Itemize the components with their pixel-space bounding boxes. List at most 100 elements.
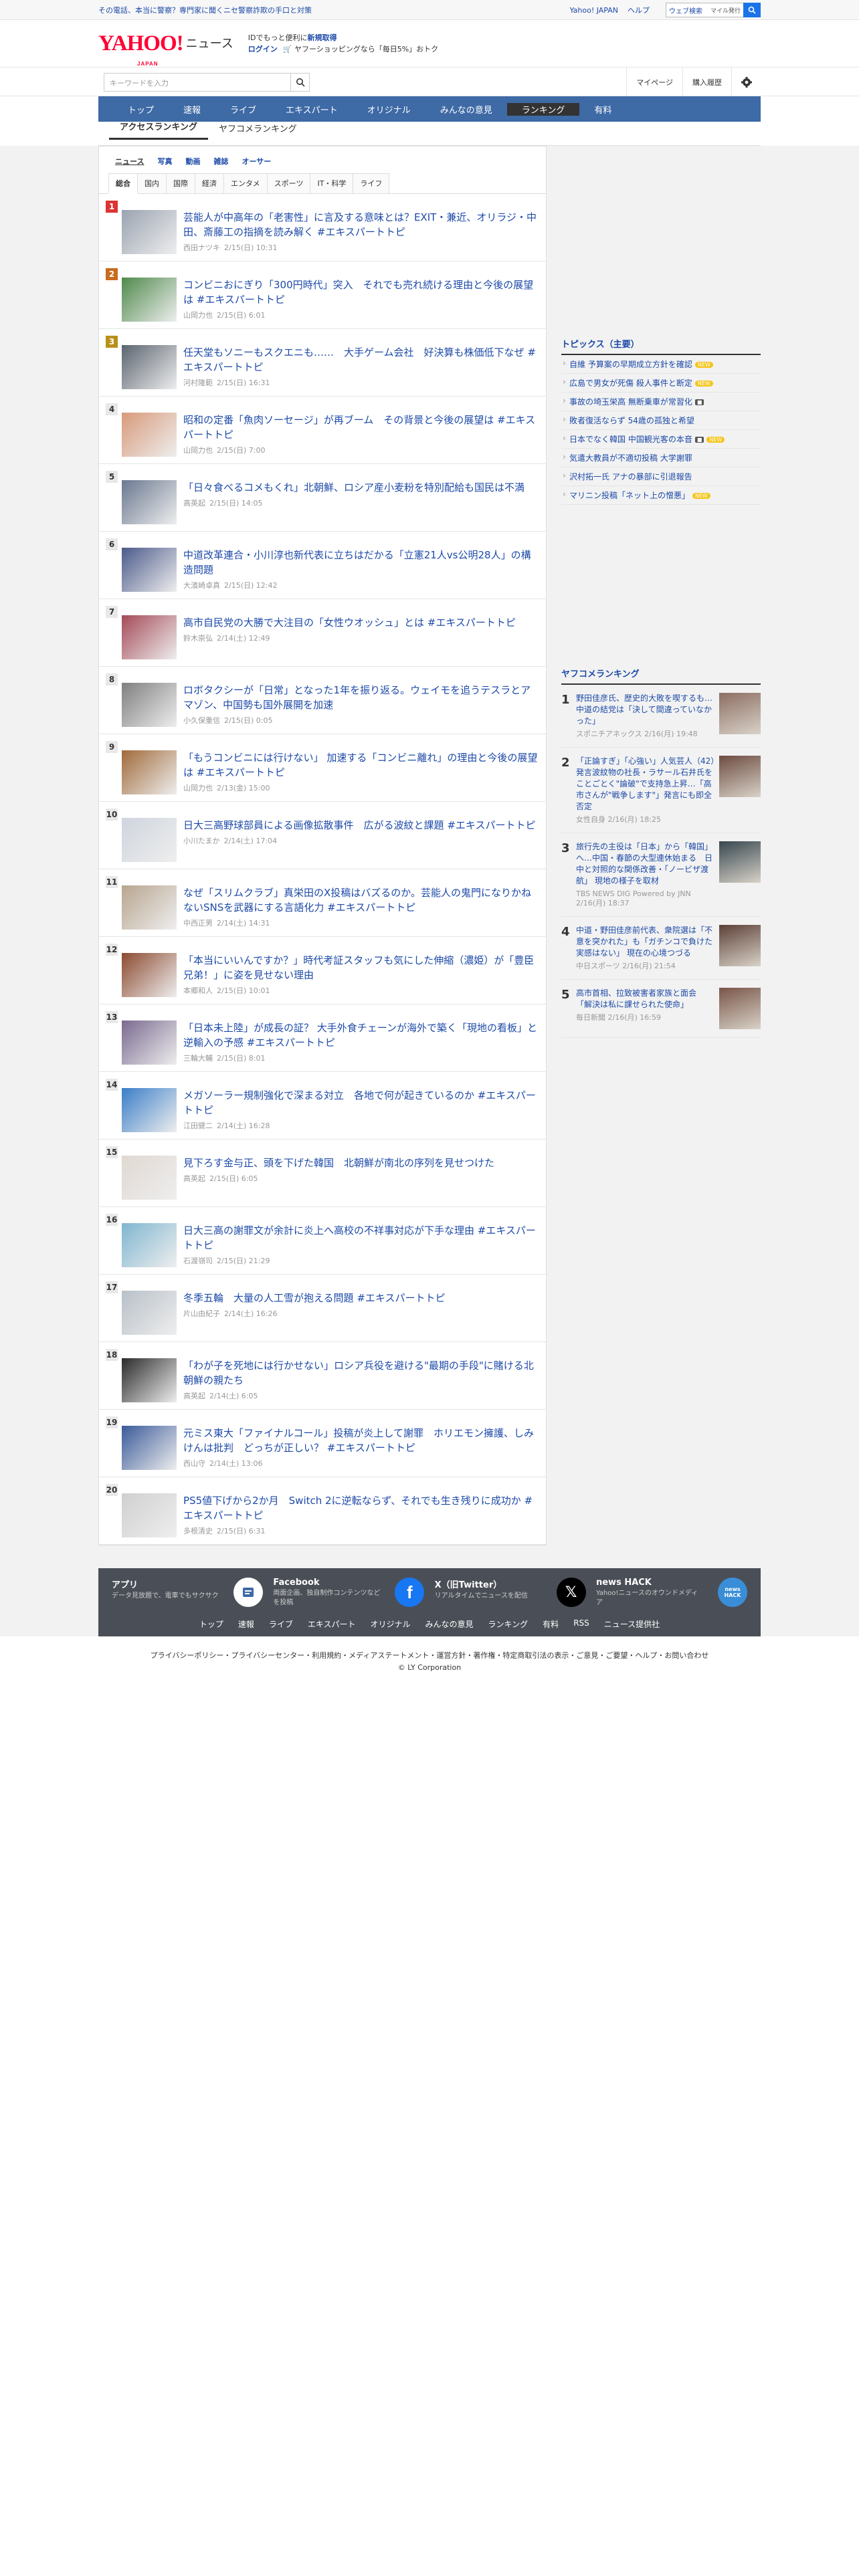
article-thumbnail[interactable] — [122, 548, 177, 592]
ranking-item[interactable]: 2 コンビニおにぎり「300円時代」突入 それでも売れ続ける理由と今後の展望は #… — [99, 261, 546, 329]
tab-comment-ranking[interactable]: ヤフコメランキング — [208, 122, 308, 140]
footer-link[interactable]: ニュース提供社 — [604, 1618, 660, 1630]
tab-overall[interactable]: 総合 — [108, 173, 138, 194]
tab-news[interactable]: ニュース — [108, 156, 151, 167]
article-thumbnail[interactable] — [122, 885, 177, 930]
yahoo-news-logo[interactable]: YAHOO! JAPAN ニュース — [98, 33, 233, 68]
article-title[interactable]: コンビニおにぎり「300円時代」突入 それでも売れ続ける理由と今後の展望は #エ… — [183, 278, 539, 307]
x-icon[interactable]: 𝕏 — [556, 1578, 586, 1607]
comment-ranking-item[interactable]: 5 高市首相、拉致被害者家族と面会 「解決は私に課せられた使命」 毎日新聞 2/16… — [561, 980, 761, 1038]
ranking-item[interactable]: 12 「本当にいいんですか？」時代考証スタッフも気にした伸縮（濃姫）が「豊臣兄弟！… — [99, 937, 546, 1004]
article-title[interactable]: 任天堂もソニーもスクエニも…… 大手ゲーム会社 好決算も株価低下なぜ #エキスパ… — [183, 345, 539, 374]
article-thumbnail[interactable] — [122, 1021, 177, 1065]
register-link[interactable]: 新規取得 — [307, 33, 337, 42]
article-title[interactable]: 「正論すぎ」「心強い」人気芸人（42） 発言波紋物の社長・ラサール石井氏をことご… — [576, 756, 723, 813]
article-thumbnail[interactable] — [122, 1426, 177, 1470]
ranking-item[interactable]: 9 「もうコンビニには行けない」 加速する「コンビニ離れ」の理由と今後の展望は #… — [99, 734, 546, 802]
article-thumbnail[interactable] — [122, 210, 177, 254]
article-title[interactable]: 野田佳彦氏、歴史的大敗を喫するも…中道の結党は「決して間違っていなかった」 — [576, 693, 715, 727]
footer-app-1[interactable]: Facebook 両面企画、独自制作コンテンツなどを投稿 f — [273, 1578, 425, 1608]
article-thumbnail[interactable] — [122, 953, 177, 997]
topic-item[interactable]: 事故の埼玉栄高 無断乗車が常習化■ — [561, 393, 761, 411]
purchase-history-link[interactable]: 購入履歴 — [682, 68, 731, 97]
ranking-item[interactable]: 6 中道改革連合・小川淳也新代表に立ちはだかる「立憲21人vs公明28人」の構造問… — [99, 532, 546, 599]
ranking-item[interactable]: 20 PS5値下げから2か月 Switch 2に逆転ならず、それでも生き残りに成功… — [99, 1477, 546, 1545]
comment-ranking-item[interactable]: 1 野田佳彦氏、歴史的大敗を喫するも…中道の結党は「決して間違っていなかった」 スポ… — [561, 685, 761, 748]
tab-life[interactable]: ライフ — [353, 173, 390, 193]
article-title[interactable]: 高市自民党の大勝で大注目の「女性ウオッシュ」とは #エキスパートトピ — [183, 615, 539, 630]
article-title[interactable]: 中道・野田佳彦前代表、衆院選は「不意を突かれた」も「ガチンコで負けた実感はない」… — [576, 925, 715, 959]
footer-app-0[interactable]: アプリ データ見放題で、電車でもサクサク — [112, 1578, 263, 1608]
footer-link[interactable]: ライブ — [269, 1618, 293, 1630]
article-title[interactable]: 中道改革連合・小川淳也新代表に立ちはだかる「立憲21人vs公明28人」の構造問題 — [183, 548, 539, 577]
article-title[interactable]: 日大三高野球部員による画像拡散事件 広がる波紋と課題 #エキスパートトピ — [183, 818, 539, 833]
comment-ranking-item[interactable]: 2 「正論すぎ」「心強い」人気芸人（42） 発言波紋物の社長・ラサール石井氏をこと… — [561, 748, 761, 833]
web-search-input[interactable]: ウェブ検索 マイル発行 — [666, 3, 743, 17]
article-title[interactable]: 高市首相、拉致被害者家族と面会 「解決は私に課せられた使命」 — [576, 988, 715, 1010]
article-thumbnail[interactable] — [122, 413, 177, 457]
footer-link[interactable]: オリジナル — [371, 1618, 411, 1630]
legal-text[interactable]: プライバシーポリシー・プライバシーセンター・利用規約・メディアステートメント・運… — [0, 1650, 859, 1662]
tab-magazine[interactable]: 雑誌 — [207, 156, 235, 167]
article-thumbnail[interactable] — [122, 1223, 177, 1267]
article-title[interactable]: 芸能人が中高年の「老害性」に言及する意味とは？EXIT・兼近、オリラジ・中田、斎… — [183, 210, 539, 239]
settings-button[interactable] — [731, 68, 761, 97]
topic-item[interactable]: 気遣大教員が不適切投稿 大学謝罪 — [561, 449, 761, 467]
article-thumbnail[interactable] — [719, 841, 761, 883]
mile-issue-label[interactable]: マイル発行 — [710, 6, 741, 15]
ranking-item[interactable]: 4 昭和の定番「魚肉ソーセージ」が再ブーム その背景と今後の展望は #エキスパート… — [99, 397, 546, 464]
gnav-original[interactable]: オリジナル — [353, 103, 425, 116]
tab-international[interactable]: 国際 — [166, 173, 195, 193]
footer-link[interactable]: ランキング — [488, 1618, 529, 1630]
gnav-breaking[interactable]: 速報 — [169, 103, 215, 116]
gnav-paid[interactable]: 有料 — [579, 103, 626, 116]
article-thumbnail[interactable] — [719, 693, 761, 734]
newshack-icon[interactable]: news HACK — [717, 1578, 747, 1607]
topic-item[interactable]: 敗者復活ならず 54歳の孤独と希望 — [561, 411, 761, 430]
ranking-item[interactable]: 17 冬季五輪 大量の人工雪が抱える問題 #エキスパートトピ 片山由紀子 2/14(土… — [99, 1275, 546, 1342]
article-title[interactable]: メガソーラー規制強化で深まる対立 各地で何が起きているのか #エキスパートトピ — [183, 1088, 539, 1117]
ranking-item[interactable]: 13 「日本未上陸」が成長の証？ 大手外食チェーンが海外で築く「現地の看板」と逆輸… — [99, 1004, 546, 1072]
footer-app-3[interactable]: news HACK Yahoo!ニュースのオウンドメディア news HACK — [596, 1578, 747, 1608]
topic-item[interactable]: 沢村拓一氏 アナの暴部に引退報告 — [561, 467, 761, 486]
shopping-promo-link[interactable]: ヤフーショッピングなら「毎日5%」おトク — [294, 45, 438, 53]
web-search-button[interactable] — [743, 3, 761, 17]
ranking-item[interactable]: 19 元ミス東大「ファイナルコール」投稿が炎上して謝罪 ホリエモン擁護、しみけんは… — [99, 1410, 546, 1477]
gnav-expert[interactable]: エキスパート — [271, 103, 353, 116]
tab-photo[interactable]: 写真 — [151, 156, 179, 167]
article-title[interactable]: 日大三高の謝罪文が余計に炎上へ高校の不祥事対応が下手な理由 #エキスパートトピ — [183, 1223, 539, 1253]
article-title[interactable]: 旅行先の主役は「日本」から「韓国」へ…中国・春節の大型連休始まる 日中と対照的な… — [576, 841, 715, 887]
tab-economy[interactable]: 経済 — [195, 173, 224, 193]
article-title[interactable]: 見下ろす金与正、頭を下げた韓国 北朝鮮が南北の序列を見せつけた — [183, 1156, 539, 1170]
facebook-icon[interactable]: f — [395, 1578, 425, 1607]
gnav-opinion[interactable]: みんなの意見 — [425, 103, 507, 116]
ranking-item[interactable]: 5 「日々食べるコメもくれ」北朝鮮、ロシア産小麦粉を特別配給も国民は不満 高英起 2/… — [99, 464, 546, 532]
tab-access-ranking[interactable]: アクセスランキング — [109, 120, 208, 140]
article-title[interactable]: 冬季五輪 大量の人工雪が抱える問題 #エキスパートトピ — [183, 1291, 539, 1305]
ranking-item[interactable]: 1 芸能人が中高年の「老害性」に言及する意味とは？EXIT・兼近、オリラジ・中田、… — [99, 194, 546, 261]
gnav-ranking[interactable]: ランキング — [506, 102, 580, 116]
article-title[interactable]: 「もうコンビニには行けない」 加速する「コンビニ離れ」の理由と今後の展望は #エ… — [183, 750, 539, 780]
article-thumbnail[interactable] — [122, 1291, 177, 1335]
comment-ranking-item[interactable]: 4 中道・野田佳彦前代表、衆院選は「不意を突かれた」も「ガチンコで負けた実感はない… — [561, 917, 761, 980]
news-search-button[interactable] — [291, 73, 310, 92]
article-title[interactable]: 元ミス東大「ファイナルコール」投稿が炎上して謝罪 ホリエモン擁護、しみけんは批判… — [183, 1426, 539, 1455]
ranking-item[interactable]: 10 日大三高野球部員による画像拡散事件 広がる波紋と課題 #エキスパートトピ 小川… — [99, 802, 546, 869]
article-thumbnail[interactable] — [122, 278, 177, 322]
article-thumbnail[interactable] — [719, 925, 761, 966]
article-thumbnail[interactable] — [122, 683, 177, 727]
topic-item[interactable]: マリニン投稿「ネット上の憎悪」NEW — [561, 486, 761, 505]
yahoo-japan-link[interactable]: Yahoo! JAPAN — [569, 6, 618, 15]
article-title[interactable]: 「わが子を死地には行かせない」ロシア兵役を避ける"最期の手段"に賭ける北朝鮮の親… — [183, 1358, 539, 1388]
article-thumbnail[interactable] — [122, 750, 177, 794]
news-search-input[interactable]: キーワードを入力 — [104, 73, 291, 92]
footer-app-2[interactable]: X（旧Twitter） リアルタイムでニュースを配信 𝕏 — [435, 1578, 586, 1608]
footer-link[interactable]: 速報 — [238, 1618, 254, 1630]
tab-entertainment[interactable]: エンタメ — [223, 173, 268, 193]
article-thumbnail[interactable] — [122, 615, 177, 659]
article-thumbnail[interactable] — [122, 1358, 177, 1402]
article-thumbnail[interactable] — [719, 988, 761, 1029]
ranking-item[interactable]: 3 任天堂もソニーもスクエニも…… 大手ゲーム会社 好決算も株価低下なぜ #エキス… — [99, 329, 546, 397]
ranking-item[interactable]: 18 「わが子を死地には行かせない」ロシア兵役を避ける"最期の手段"に賭ける北朝鮮… — [99, 1342, 546, 1410]
article-title[interactable]: ロボタクシーが「日常」となった1年を振り返る。ウェイモを追うテスラとアマゾン、中… — [183, 683, 539, 712]
